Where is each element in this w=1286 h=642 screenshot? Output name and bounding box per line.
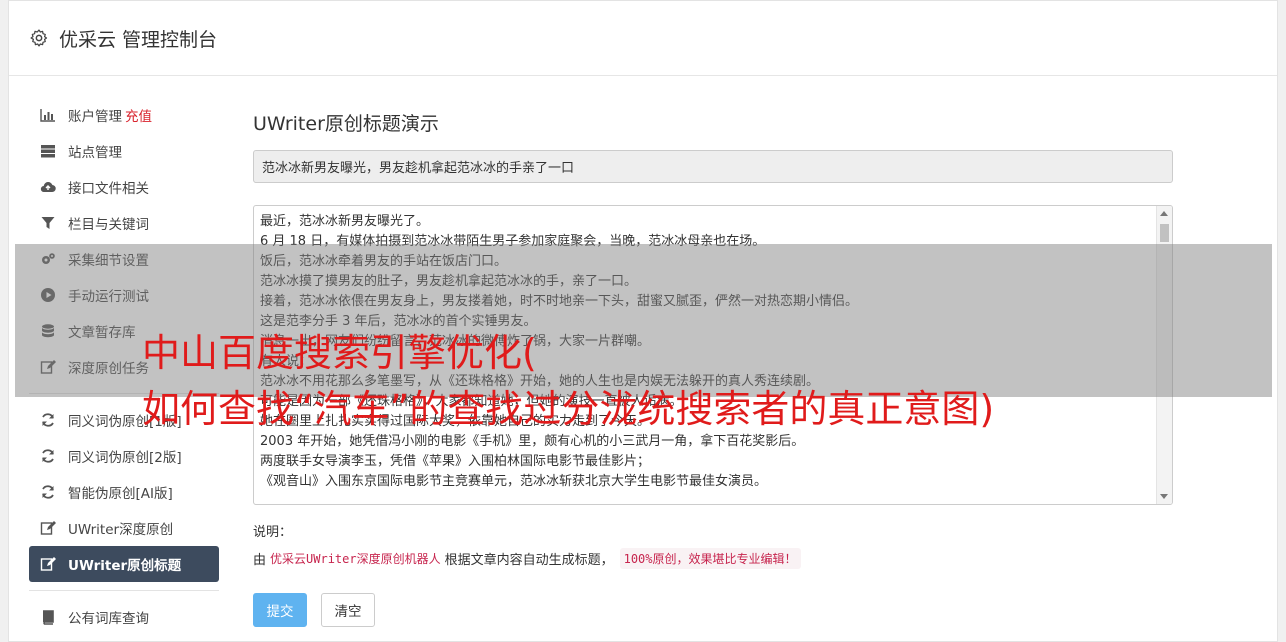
sidebar-item-uwriter-deep[interactable]: UWriter深度原创: [29, 510, 219, 546]
refresh-icon: [39, 412, 57, 428]
sidebar-item-label: 智能伪原创[AI版]: [68, 486, 173, 502]
sidebar-item-label: 公有词库查询: [68, 611, 149, 627]
sidebar-divider: [29, 590, 219, 591]
edit-icon: [39, 520, 57, 536]
page-title: 优采云 管理控制台: [59, 28, 218, 51]
server-icon: [39, 143, 57, 159]
article-line: 《观音山》入围东京国际电影节主竞赛单元，范冰冰斩获北京大学生电影节最佳女演员。: [260, 474, 768, 489]
book-icon: [39, 609, 57, 625]
note-middle: 根据文章内容自动生成标题，: [444, 553, 614, 568]
sidebar-item-api-files[interactable]: 接口文件相关: [29, 169, 219, 205]
sidebar-item-label: 同义词伪原创[2版]: [68, 450, 182, 466]
scroll-up-icon[interactable]: [1160, 211, 1168, 216]
scroll-thumb[interactable]: [1160, 224, 1169, 242]
sidebar-item-uwriter-title[interactable]: UWriter原创标题: [29, 546, 219, 582]
sidebar-item-label: 栏目与关键词: [68, 217, 149, 233]
refresh-icon: [39, 448, 57, 464]
sidebar-item-label: 账户管理: [68, 109, 122, 125]
form-actions: 提交 清空: [253, 593, 1173, 627]
refresh-icon: [39, 484, 57, 500]
recharge-link[interactable]: 充值: [125, 105, 152, 125]
scroll-down-icon[interactable]: [1160, 494, 1168, 499]
cloud-upload-icon: [39, 179, 57, 195]
sidebar-item-ai-rewrite[interactable]: 智能伪原创[AI版]: [29, 474, 219, 510]
section-heading: UWriter原创标题演示: [253, 113, 439, 135]
edit-icon: [39, 556, 57, 572]
sidebar-item-columns-keywords[interactable]: 栏目与关键词: [29, 205, 219, 241]
note-label: 说明：: [253, 525, 293, 540]
sidebar-item-account[interactable]: 账户管理 充值: [29, 97, 219, 133]
filter-icon: [39, 215, 57, 231]
article-line: 两度联手女导演李玉，凭借《苹果》入围柏林国际电影节最佳影片；: [260, 454, 651, 469]
article-line: 最近，范冰冰新男友曝光了。: [260, 214, 430, 229]
overlay-title: 中山百度搜索引擎优化( 如何查找“汽车”的查找过分泷统搜索者的真正意图): [142, 325, 1242, 437]
sidebar-item-sites[interactable]: 站点管理: [29, 133, 219, 169]
title-field[interactable]: 范冰冰新男友曝光，男友趁机拿起范冰冰的手亲了一口: [253, 150, 1173, 183]
overlay-line-1: 中山百度搜索引擎优化(: [142, 331, 537, 375]
sidebar-item-label: UWriter原创标题: [68, 558, 182, 574]
clear-button[interactable]: 清空: [321, 593, 375, 627]
sidebar-item-label: 接口文件相关: [68, 181, 149, 197]
note-line: 由 优采云UWriter深度原创机器人 根据文章内容自动生成标题， 100%原创…: [253, 548, 1173, 569]
top-bar: 优采云 管理控制台: [9, 1, 1277, 76]
overlay-line-2: 如何查找“汽车”的查找过分泷统搜索者的真正意图): [142, 387, 995, 431]
sidebar-item-label: UWriter深度原创: [68, 522, 174, 538]
sidebar-item-public-lexicon[interactable]: 公有词库查询: [29, 599, 219, 635]
title-field-value: 范冰冰新男友曝光，男友趁机拿起范冰冰的手亲了一口: [262, 161, 575, 176]
sidebar-item-label: 站点管理: [68, 145, 122, 161]
robot-link[interactable]: 优采云UWriter深度原创机器人: [270, 550, 441, 567]
bar-chart-icon: [39, 107, 57, 123]
gear-icon: [30, 29, 48, 47]
sidebar-item-synonym-v2[interactable]: 同义词伪原创[2版]: [29, 438, 219, 474]
submit-button[interactable]: 提交: [253, 593, 307, 627]
original-badge: 100%原创，效果堪比专业编辑！: [619, 548, 801, 569]
note-prefix: 由: [253, 553, 267, 568]
